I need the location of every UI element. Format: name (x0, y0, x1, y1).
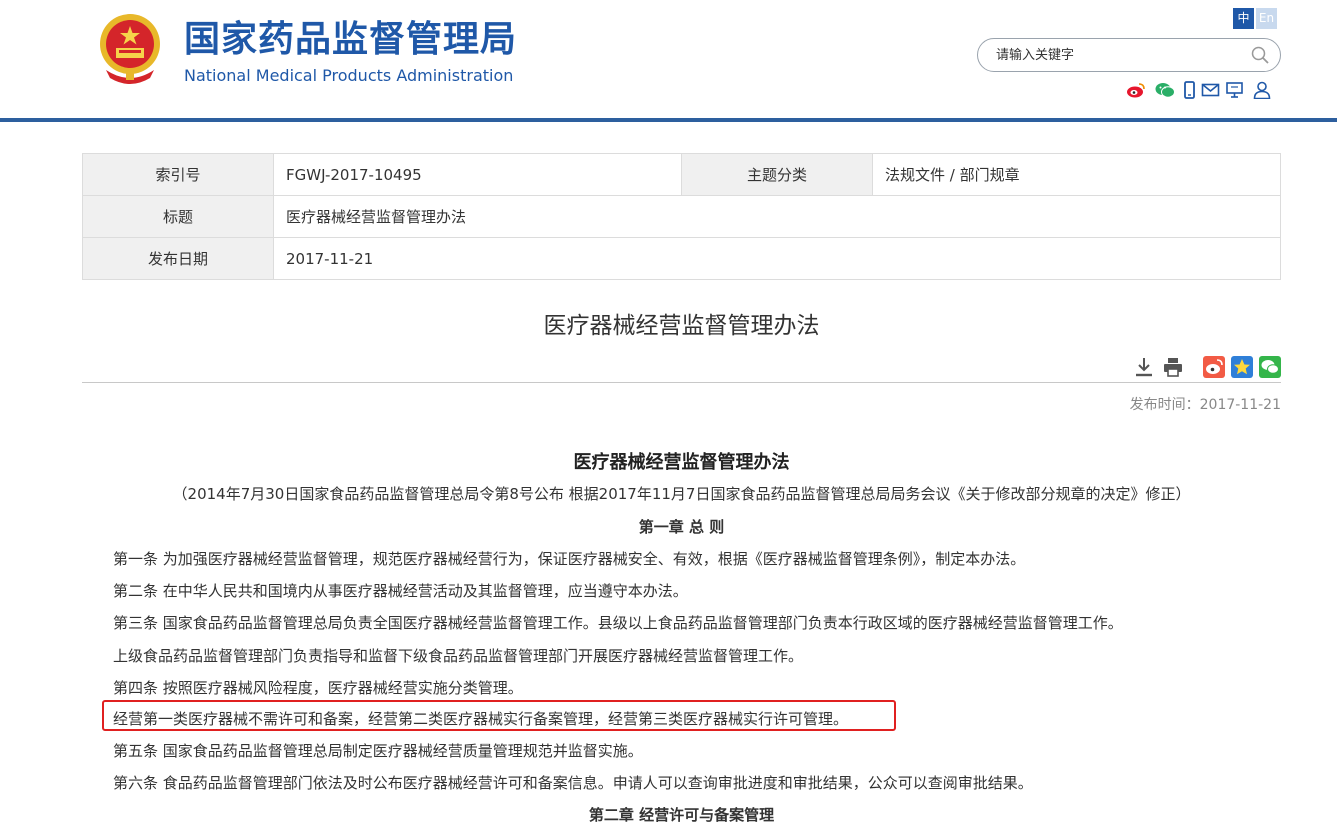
article-subtitle: （2014年7月30日国家食品药品监督管理总局令第8号公布 根据2017年11月… (172, 485, 1191, 503)
print-icon[interactable] (1162, 356, 1184, 378)
site-name-en[interactable]: National Medical Products Administration (184, 66, 513, 85)
search-box (977, 38, 1281, 72)
table-row: 标题 医疗器械经营监督管理办法 (82, 195, 1281, 238)
wechat-share-icon[interactable] (1259, 356, 1281, 378)
table-row: 发布日期 2017-11-21 (82, 237, 1281, 280)
article-paragraph: 第六条 食品药品监督管理部门依法及时公布医疗器械经营许可和备案信息。申请人可以查… (113, 774, 1033, 792)
monitor-icon[interactable] (1225, 81, 1245, 99)
weibo-icon[interactable] (1126, 81, 1146, 99)
national-emblem-icon[interactable] (96, 12, 164, 84)
search-input[interactable] (996, 46, 1236, 64)
article-paragraph: 上级食品药品监督管理部门负责指导和监督下级食品药品监督管理部门开展医疗器械经营监… (113, 647, 804, 665)
weibo-share-icon[interactable] (1203, 356, 1225, 378)
lang-zh-button[interactable]: 中 (1233, 8, 1254, 29)
lang-en-button[interactable]: En (1256, 8, 1277, 29)
index-label: 索引号 (82, 153, 274, 196)
category-value: 法规文件 / 部门规章 (872, 153, 1281, 196)
chapter-heading: 第二章 经营许可与备案管理 (588, 806, 775, 824)
user-icon[interactable] (1252, 81, 1272, 99)
date-value: 2017-11-21 (273, 237, 1281, 280)
article-paragraph-highlighted: 经营第一类医疗器械不需许可和备案，经营第二类医疗器械实行备案管理，经营第三类医疗… (113, 710, 849, 728)
header-divider (0, 118, 1337, 122)
table-row: 索引号 FGWJ-2017-10495 主题分类 法规文件 / 部门规章 (82, 153, 1281, 196)
article-paragraph: 第四条 按照医疗器械风险程度，医疗器械经营实施分类管理。 (113, 679, 523, 697)
category-label: 主题分类 (681, 153, 873, 196)
title-divider (82, 382, 1281, 383)
favorite-icon[interactable] (1231, 356, 1253, 378)
wechat-icon[interactable] (1155, 81, 1175, 99)
publish-time: 发布时间：2017-11-21 (1129, 397, 1281, 413)
article-paragraph: 第三条 国家食品药品监督管理总局负责全国医疗器械经营监督管理工作。县级以上食品药… (113, 614, 1123, 632)
article-paragraph: 第二条 在中华人民共和国境内从事医疗器械经营活动及其监督管理，应当遵守本办法。 (113, 582, 688, 600)
chapter-heading: 第一章 总 则 (638, 518, 725, 536)
article-title: 医疗器械经营监督管理办法 (573, 452, 790, 473)
search-icon[interactable] (1250, 45, 1270, 65)
title-value: 医疗器械经营监督管理办法 (273, 195, 1281, 238)
download-icon[interactable] (1133, 356, 1155, 378)
index-value: FGWJ-2017-10495 (273, 153, 682, 196)
mobile-icon[interactable] (1180, 81, 1200, 99)
mail-icon[interactable] (1201, 81, 1221, 99)
date-label: 发布日期 (82, 237, 274, 280)
title-label: 标题 (82, 195, 274, 238)
document-info-table: 索引号 FGWJ-2017-10495 主题分类 法规文件 / 部门规章 标题 … (82, 153, 1281, 280)
site-name-cn[interactable]: 国家药品监督管理局 (184, 19, 517, 61)
page-title: 医疗器械经营监督管理办法 (543, 313, 820, 339)
site-header: 国家药品监督管理局 National Medical Products Admi… (0, 0, 1337, 124)
article-paragraph: 第五条 国家食品药品监督管理总局制定医疗器械经营质量管理规范并监督实施。 (113, 742, 643, 760)
article-paragraph: 第一条 为加强医疗器械经营监督管理，规范医疗器械经营行为，保证医疗器械安全、有效… (113, 550, 1026, 568)
